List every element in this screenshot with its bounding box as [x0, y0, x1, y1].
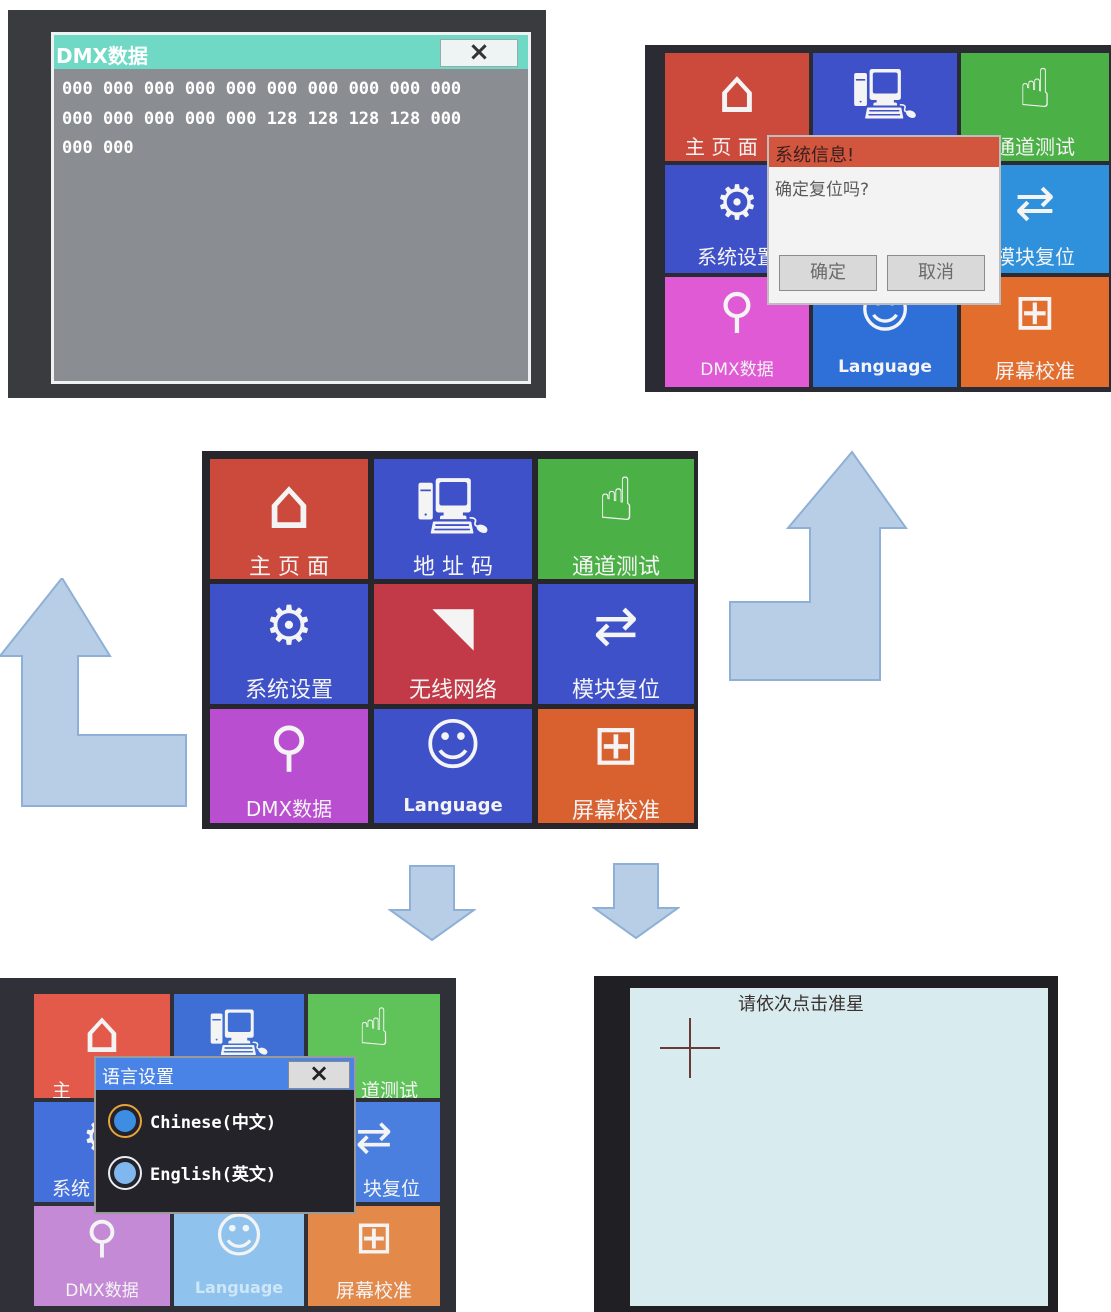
close-button[interactable]: ×: [440, 37, 518, 67]
tile-label: Language: [838, 357, 932, 377]
tile-dmx-data[interactable]: ⚲ DMX数据: [34, 1206, 170, 1306]
dmx-window-title: DMX数据: [56, 44, 148, 68]
language-screen: ⌂ 主 🖳 ☝ 道测试 ⚙ 系统 ⇄ 块复位 ⚲ DMX数据 ☺ Languag…: [0, 978, 456, 1312]
tile-label: 地 址 码: [413, 555, 493, 579]
ok-button-label: 确定: [810, 262, 846, 283]
tile-label: 屏幕校准: [995, 359, 1075, 383]
close-icon: ×: [468, 37, 490, 67]
tile-label: 通道测试: [571, 555, 660, 579]
computer-network-icon: 🖳: [851, 66, 919, 124]
tile-channel-test[interactable]: ☝ 通道测试: [538, 459, 694, 579]
cancel-button-label: 取消: [918, 262, 954, 283]
language-option-english[interactable]: English(英文): [106, 1154, 346, 1194]
tile-wireless[interactable]: ◥ 无线网络: [374, 584, 532, 704]
cancel-button[interactable]: 取消: [887, 255, 985, 291]
wireless-icon: ◥: [432, 594, 474, 657]
confirm-dialog: 系统信息! 确定复位吗? 确定 取消: [767, 135, 1001, 305]
ok-button[interactable]: 确定: [779, 255, 877, 291]
grid-icon: ⊞: [354, 1210, 394, 1264]
arrow-up-right: [729, 450, 908, 681]
calibration-canvas[interactable]: 请依次点击准星: [630, 988, 1048, 1306]
search-icon: ⚲: [85, 1212, 119, 1263]
dialog-titlebar: 语言设置 ×: [96, 1058, 354, 1090]
tile-screen-calibration[interactable]: ⊞ 屏幕校准: [538, 709, 694, 823]
tile-language[interactable]: ☺ Language: [174, 1206, 304, 1306]
tile-label: 系统设置: [244, 678, 333, 703]
dmx-data-row: 000 000: [62, 138, 134, 158]
dialog-titlebar: 系统信息!: [769, 137, 999, 167]
dmx-window-titlebar: DMX数据 ×: [54, 35, 528, 69]
hand-pointer-icon: ☝: [597, 465, 635, 535]
tile-label: 无线网络: [408, 678, 497, 703]
computer-network-icon: 🖳: [415, 475, 491, 540]
tile-module-reset[interactable]: ⇄ 模块复位: [538, 584, 694, 704]
smiley-icon: ☺: [423, 713, 483, 778]
dmx-data-row: 000 000 000 000 000 128 128 128 128 000: [62, 109, 462, 129]
smiley-icon: ☺: [213, 1208, 265, 1264]
tile-label: 主 页 面: [249, 555, 329, 579]
tile-label: 模块复位: [571, 678, 660, 703]
reset-screen: ⌂ 主 页 面 🖳 ☝ 通道测试 ⚙ 系统设置 ⇄ 模块复位 ⚲ DMX数据 ☺…: [645, 45, 1111, 392]
home-icon: ⌂: [717, 57, 757, 127]
language-dialog: 语言设置 × Chinese(中文) English(英文): [94, 1056, 356, 1214]
arrow-down-right: [592, 863, 680, 940]
dialog-title: 语言设置: [102, 1067, 174, 1088]
tile-label: Language: [403, 795, 503, 816]
crosshair-icon: [660, 1018, 720, 1078]
hand-pointer-icon: ☝: [358, 998, 390, 1058]
tile-label: Language: [194, 1278, 284, 1297]
search-icon: ⚲: [269, 715, 309, 778]
tile-screen-calibration[interactable]: ⊞ 屏幕校准: [308, 1206, 440, 1306]
main-menu-screen: ⌂ 主 页 面 🖳 地 址 码 ☝ 通道测试 ⚙ 系统设置 ◥ 无线网络 ⇄ 模…: [202, 451, 698, 829]
language-option-label: English(英文): [150, 1165, 277, 1185]
close-button[interactable]: ×: [288, 1059, 350, 1089]
radio-button[interactable]: [108, 1156, 142, 1190]
home-icon: ⌂: [266, 463, 312, 545]
dialog-message: 确定复位吗?: [775, 180, 870, 200]
dmx-window: DMX数据 × 000 000 000 000 000 000 000 000 …: [51, 32, 531, 384]
arrow-down-left: [388, 865, 476, 942]
tile-home[interactable]: ⌂ 主 页 面: [210, 459, 368, 579]
calibration-screen: 请依次点击准星: [594, 976, 1058, 1312]
refresh-arrows-icon: ⇄: [593, 594, 639, 657]
tile-label: 屏幕校准: [335, 1280, 412, 1302]
tile-label: 屏幕校准: [571, 799, 660, 823]
tile-label: DMX数据: [700, 360, 774, 380]
tile-dmx-data[interactable]: ⚲ DMX数据: [210, 709, 368, 823]
tile-address[interactable]: 🖳 地 址 码: [374, 459, 532, 579]
dmx-screen-photo: DMX数据 × 000 000 000 000 000 000 000 000 …: [8, 10, 546, 398]
arrow-up-left: [0, 578, 187, 807]
gear-icon: ⚙: [264, 594, 314, 657]
tile-label: DMX数据: [65, 1281, 139, 1301]
tile-language[interactable]: ☺ Language: [374, 709, 532, 823]
radio-button[interactable]: [108, 1104, 142, 1138]
tile-system-settings[interactable]: ⚙ 系统设置: [210, 584, 368, 704]
language-option-label: Chinese(中文): [150, 1113, 277, 1133]
hand-pointer-icon: ☝: [1018, 57, 1052, 120]
calibration-prompt: 请依次点击准星: [738, 994, 864, 1015]
dmx-data-row: 000 000 000 000 000 000 000 000 000 000: [62, 79, 462, 99]
dialog-title: 系统信息!: [775, 145, 855, 166]
grid-icon: ⊞: [592, 713, 640, 778]
tile-label: DMX数据: [245, 797, 333, 821]
close-icon: ×: [308, 1059, 330, 1087]
language-option-chinese[interactable]: Chinese(中文): [106, 1102, 346, 1142]
